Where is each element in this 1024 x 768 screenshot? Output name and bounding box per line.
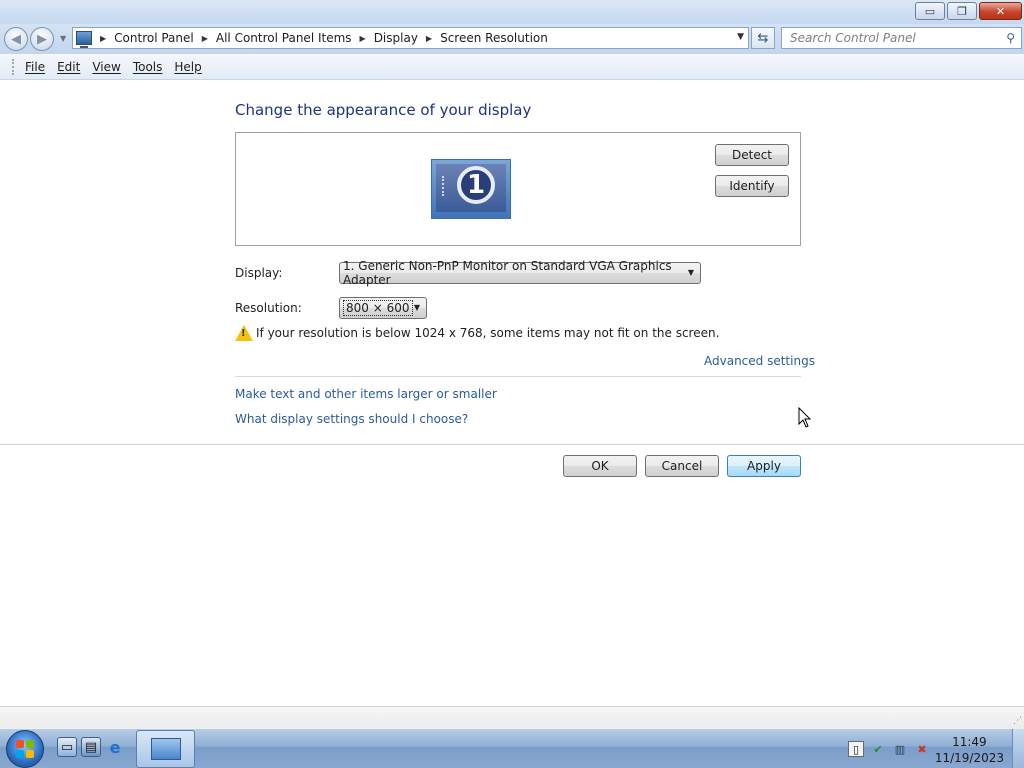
window-controls: ▭ ❐ ✕ <box>915 2 1022 20</box>
start-button[interactable] <box>6 730 44 768</box>
refresh-button[interactable]: ⇆ <box>751 27 775 49</box>
dropdown-arrow-icon: ▼ <box>413 303 420 312</box>
system-tray: ▯ ✔ ▥ ✖ 11:49 11/19/2023 <box>844 729 1024 768</box>
menu-help[interactable]: Help <box>168 60 207 74</box>
menu-edit[interactable]: Edit <box>51 60 86 74</box>
recent-pages-dropdown[interactable]: ▼ <box>60 34 66 43</box>
show-desktop-button[interactable] <box>1012 729 1024 768</box>
breadcrumb-chevron-icon[interactable]: ▶ <box>202 34 208 43</box>
breadcrumb: ▶ Control Panel ▶ All Control Panel Item… <box>92 31 548 45</box>
internet-explorer-icon[interactable]: e <box>105 737 125 757</box>
minimize-button[interactable]: ▭ <box>915 2 945 20</box>
forward-button[interactable]: ▶ <box>30 27 54 51</box>
notepad-icon[interactable]: ▯ <box>848 741 864 757</box>
resize-grip-icon[interactable]: ⋰ <box>1013 716 1022 726</box>
search-icon[interactable]: ⚲ <box>1006 31 1015 45</box>
computer-icon[interactable]: ▭ <box>57 737 77 757</box>
breadcrumb-all-items[interactable]: All Control Panel Items <box>216 31 352 45</box>
advanced-settings-link[interactable]: Advanced settings <box>704 354 815 368</box>
display-settings-help-link[interactable]: What display settings should I choose? <box>235 412 468 426</box>
menu-view[interactable]: View <box>86 60 126 74</box>
ok-button[interactable]: OK <box>563 455 637 477</box>
menu-grip <box>12 58 15 75</box>
page-title: Change the appearance of your display <box>235 101 532 119</box>
breadcrumb-control-panel[interactable]: Control Panel <box>114 31 194 45</box>
breadcrumb-chevron-icon[interactable]: ▶ <box>426 34 432 43</box>
monitor-taskbar-lines <box>442 176 445 196</box>
windows-logo-icon <box>16 740 34 758</box>
forward-arrow-icon: ▶ <box>37 31 47 47</box>
clock-date: 11/19/2023 <box>934 751 1004 765</box>
breadcrumb-chevron-icon[interactable]: ▶ <box>360 34 366 43</box>
status-bar: ⋰ <box>0 706 1024 728</box>
breadcrumb-chevron-icon[interactable]: ▶ <box>100 34 106 43</box>
refresh-icon: ⇆ <box>757 30 769 46</box>
display-label: Display: <box>235 266 283 280</box>
action-center-icon[interactable]: ✔ <box>870 741 886 757</box>
apply-button[interactable]: Apply <box>727 455 801 477</box>
menu-bar: File Edit View Tools Help <box>0 54 1024 80</box>
address-bar[interactable]: ▶ Control Panel ▶ All Control Panel Item… <box>72 27 749 49</box>
monitor-1-icon[interactable]: 1 <box>431 159 511 219</box>
warning-icon: ! <box>235 325 253 341</box>
volume-muted-icon[interactable]: ✖ <box>914 741 930 757</box>
resolution-select[interactable]: 800 × 600 ▼ <box>339 297 427 319</box>
close-button[interactable]: ✕ <box>979 2 1022 20</box>
monitor-screen: 1 <box>436 164 506 212</box>
title-bar: ▭ ❐ ✕ <box>0 0 1024 24</box>
network-icon[interactable]: ▥ <box>892 741 908 757</box>
section-divider <box>235 376 801 377</box>
breadcrumb-display[interactable]: Display <box>374 31 418 45</box>
resolution-select-value: 800 × 600 <box>343 300 413 316</box>
cancel-button[interactable]: Cancel <box>645 455 719 477</box>
address-history-dropdown[interactable]: ▼ <box>737 32 744 42</box>
dropdown-arrow-icon: ▼ <box>687 268 694 277</box>
control-panel-icon <box>76 31 92 48</box>
restore-button[interactable]: ❐ <box>947 2 977 20</box>
clock-time: 11:49 <box>952 735 987 749</box>
display-preview-panel: 1 Detect Identify <box>235 132 801 246</box>
menu-file[interactable]: File <box>19 60 51 74</box>
search-box: ⚲ <box>781 27 1022 49</box>
monitor-number: 1 <box>457 166 495 204</box>
display-select[interactable]: 1. Generic Non-PnP Monitor on Standard V… <box>339 259 701 287</box>
display-settings-icon <box>150 738 181 760</box>
clock[interactable]: 11:49 11/19/2023 <box>935 734 1004 766</box>
back-arrow-icon: ◀ <box>11 31 21 47</box>
resolution-warning-text: If your resolution is below 1024 x 768, … <box>256 326 720 340</box>
footer-divider <box>0 444 1024 445</box>
menu-tools[interactable]: Tools <box>127 60 169 74</box>
back-button[interactable]: ◀ <box>4 27 28 51</box>
server-manager-icon[interactable]: ▤ <box>81 737 101 757</box>
text-size-link[interactable]: Make text and other items larger or smal… <box>235 387 497 401</box>
breadcrumb-screen-resolution[interactable]: Screen Resolution <box>440 31 548 45</box>
navigation-bar: ◀ ▶ ▼ ▶ Control Panel ▶ All Control Pane… <box>0 24 1024 54</box>
identify-button[interactable]: Identify <box>715 175 789 197</box>
taskbar-display-window[interactable] <box>136 730 195 768</box>
search-input[interactable] <box>782 28 992 48</box>
resolution-label: Resolution: <box>235 301 302 315</box>
taskbar: ▭ ▤ e ▯ ✔ ▥ ✖ 11:49 11/19/2023 <box>0 728 1024 768</box>
detect-button[interactable]: Detect <box>715 144 789 166</box>
display-select-value: 1. Generic Non-PnP Monitor on Standard V… <box>343 259 672 287</box>
